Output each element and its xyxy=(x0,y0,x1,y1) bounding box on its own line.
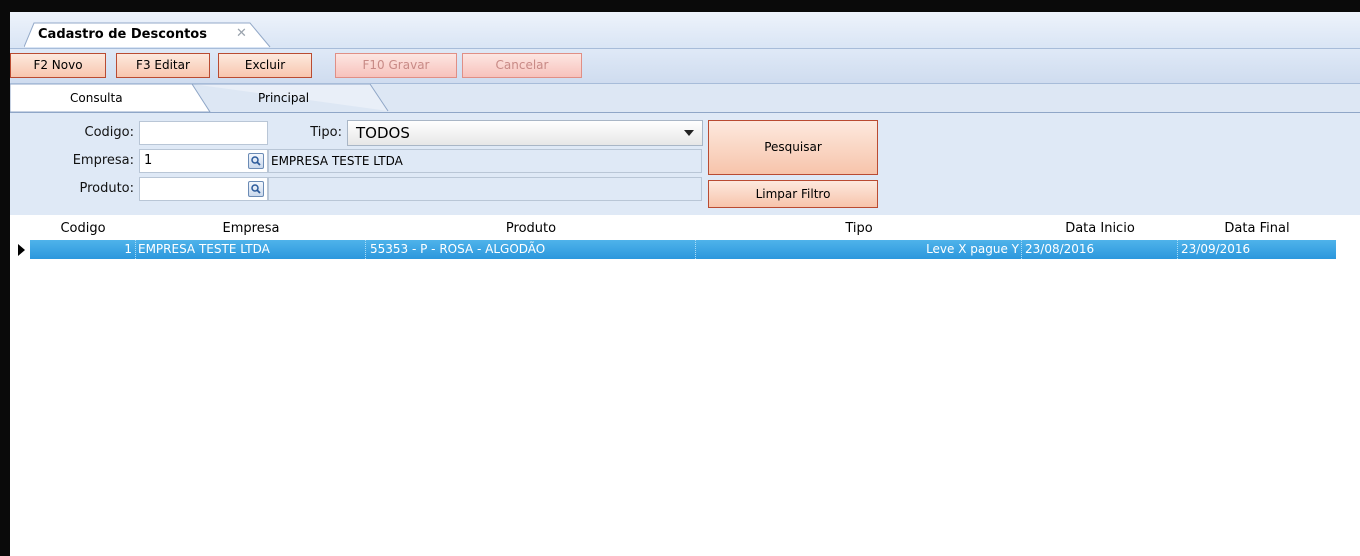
row-indicator-icon xyxy=(18,244,25,256)
chevron-down-icon xyxy=(684,130,694,136)
cell-produto: 55353 - P - ROSA - ALGODÃO xyxy=(366,240,696,259)
tab-principal[interactable]: Principal xyxy=(192,84,392,112)
document-tab-title: Cadastro de Descontos xyxy=(38,27,207,42)
tipo-select[interactable]: TODOS xyxy=(347,120,703,146)
tipo-label: Tipo: xyxy=(310,125,342,140)
close-icon[interactable]: ✕ xyxy=(236,26,247,41)
form-tabs: Consulta Principal xyxy=(10,84,1360,113)
toolbar: F2 Novo F3 Editar Excluir F10 Gravar Can… xyxy=(10,49,1360,84)
codigo-input[interactable] xyxy=(139,121,268,145)
column-header-tipo[interactable]: Tipo xyxy=(696,221,1022,236)
column-header-produto[interactable]: Produto xyxy=(366,221,696,236)
produto-name-field xyxy=(268,177,702,201)
cell-codigo: 1 xyxy=(30,240,136,259)
tab-consulta[interactable]: Consulta xyxy=(10,84,211,112)
tab-consulta-label: Consulta xyxy=(70,91,123,105)
cancel-button[interactable]: Cancelar xyxy=(462,53,582,78)
cell-data-final: 23/09/2016 xyxy=(1181,242,1251,256)
column-header-empresa[interactable]: Empresa xyxy=(136,221,366,236)
empresa-search-icon[interactable] xyxy=(248,153,264,169)
tab-principal-label: Principal xyxy=(258,91,310,105)
column-header-codigo[interactable]: Codigo xyxy=(30,221,136,236)
produto-search-icon[interactable] xyxy=(248,181,264,197)
magnifier-icon xyxy=(251,184,261,194)
cell-tipo: Leve X pague Y xyxy=(696,240,1022,259)
save-button[interactable]: F10 Gravar xyxy=(335,53,457,78)
empresa-name-field: EMPRESA TESTE LTDA xyxy=(268,149,702,173)
table-row[interactable]: 1 EMPRESA TESTE LTDA 55353 - P - ROSA - … xyxy=(30,240,1336,259)
app-window: Cadastro de Descontos ✕ F2 Novo F3 Edita… xyxy=(10,12,1360,556)
edit-button[interactable]: F3 Editar xyxy=(116,53,210,78)
document-tab[interactable]: Cadastro de Descontos ✕ xyxy=(24,22,271,48)
cell-empresa: EMPRESA TESTE LTDA xyxy=(136,240,366,259)
document-tab-bar: Cadastro de Descontos ✕ xyxy=(10,12,1360,49)
grid-header: Codigo Empresa Produto Tipo Data Inicio … xyxy=(10,216,1360,240)
results-grid: Codigo Empresa Produto Tipo Data Inicio … xyxy=(10,216,1360,556)
column-header-data-inicio[interactable]: Data Inicio xyxy=(1022,221,1178,236)
filter-panel: Codigo: Tipo: TODOS Empresa: 1 EMPRESA T… xyxy=(10,113,1360,215)
tipo-select-value: TODOS xyxy=(356,124,410,142)
magnifier-icon xyxy=(251,156,261,166)
delete-button[interactable]: Excluir xyxy=(218,53,312,78)
empresa-label: Empresa: xyxy=(72,153,134,168)
column-header-data-final[interactable]: Data Final xyxy=(1178,221,1336,236)
new-button[interactable]: F2 Novo xyxy=(10,53,106,78)
cell-data-inicio: 23/08/2016 xyxy=(1022,240,1178,259)
codigo-label: Codigo: xyxy=(84,125,134,140)
produto-label: Produto: xyxy=(79,181,134,196)
clear-filter-button[interactable]: Limpar Filtro xyxy=(708,180,878,208)
search-button[interactable]: Pesquisar xyxy=(708,120,878,175)
